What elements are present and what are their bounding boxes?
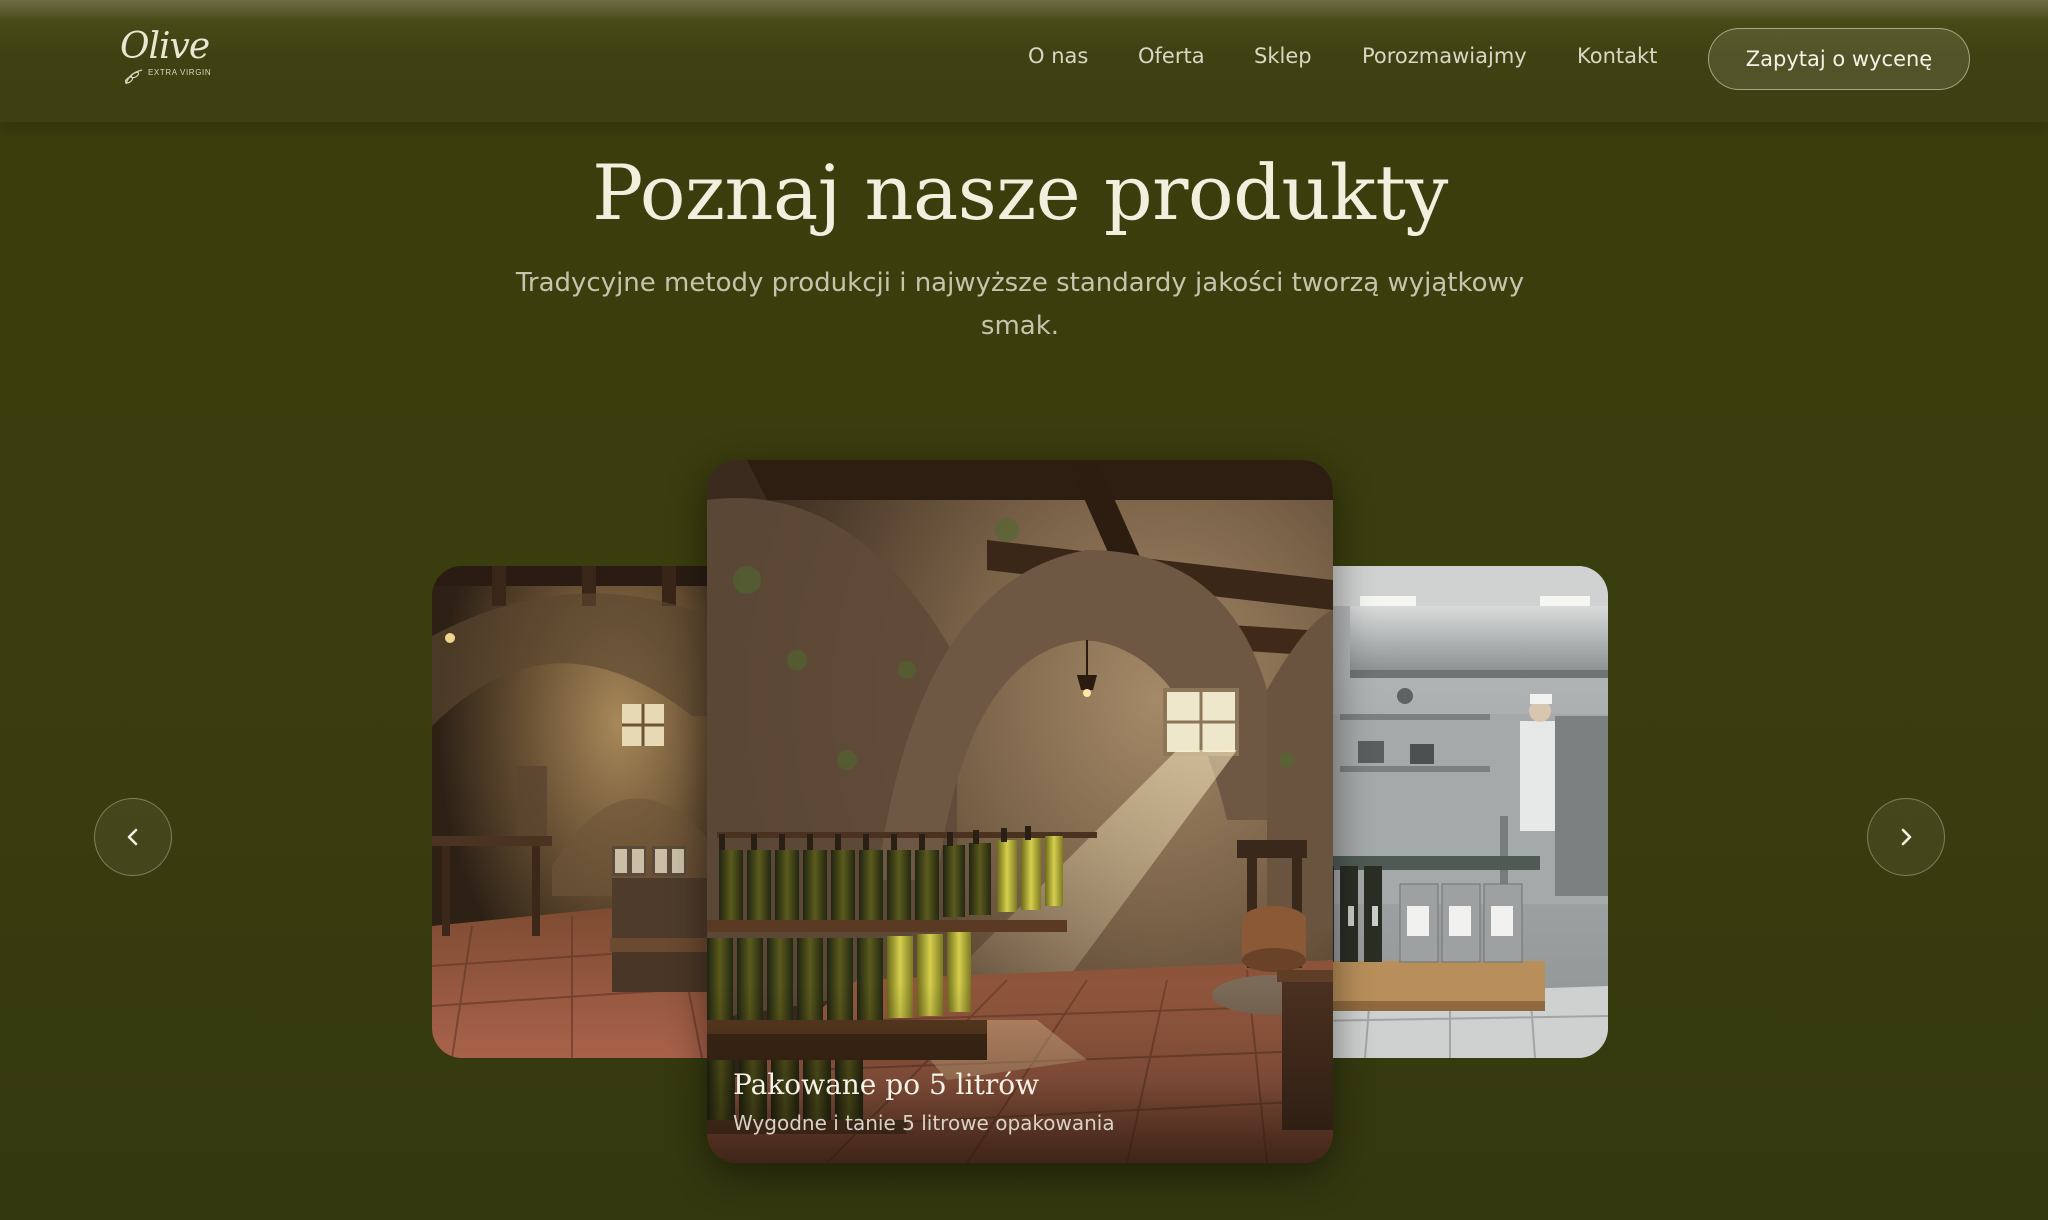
cellar-image xyxy=(432,566,732,1058)
carousel-prev-button[interactable] xyxy=(94,798,172,876)
carousel-card-previous[interactable] xyxy=(432,566,732,1058)
carousel-next-button[interactable] xyxy=(1867,798,1945,876)
nav-link-oferta[interactable]: Oferta xyxy=(1138,44,1205,68)
chevron-right-icon xyxy=(1901,828,1912,846)
nav-link-porozmawiajmy[interactable]: Porozmawiajmy xyxy=(1362,44,1527,68)
section-subtitle: Tradycyjne metody produkcji i najwyższe … xyxy=(515,268,1525,341)
kitchen-image xyxy=(1310,566,1608,1058)
section-title: Poznaj nasze produkty xyxy=(592,148,1448,237)
carousel-card-active[interactable]: Pakowane po 5 litrów Wygodne i tanie 5 l… xyxy=(707,460,1333,1163)
chevron-left-icon xyxy=(127,828,138,846)
nav-link-sklep[interactable]: Sklep xyxy=(1254,44,1312,68)
carousel-card-next[interactable] xyxy=(1310,566,1608,1058)
site-header: Olive EXTRA VIRGIN O nas Oferta Sklep Po… xyxy=(0,0,2048,122)
slide-subtitle: Wygodne i tanie 5 litrowe opakowania xyxy=(733,1111,1115,1135)
nav-link-o-nas[interactable]: O nas xyxy=(1028,44,1088,68)
quote-request-button[interactable]: Zapytaj o wycenę xyxy=(1708,28,1970,90)
nav-link-kontakt[interactable]: Kontakt xyxy=(1577,44,1657,68)
slide-title: Pakowane po 5 litrów xyxy=(733,1068,1040,1101)
